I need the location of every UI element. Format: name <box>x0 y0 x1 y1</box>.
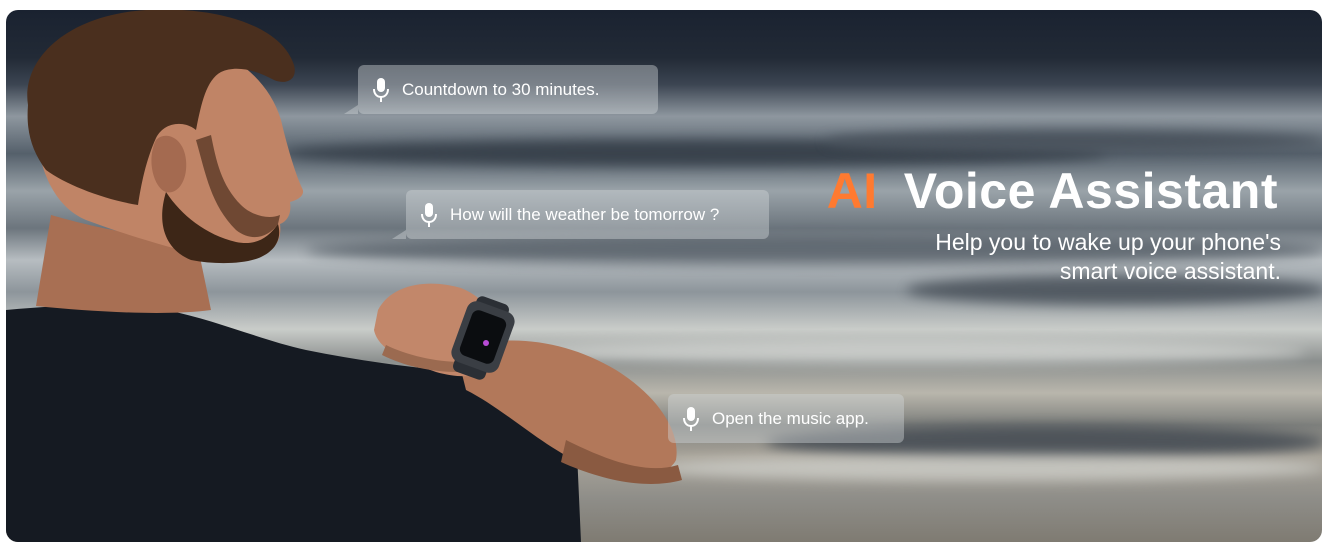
voice-command-bubble: Countdown to 30 minutes. <box>344 65 658 114</box>
microphone-icon <box>373 77 389 102</box>
subtitle-line: smart voice assistant. <box>1059 258 1281 284</box>
bubble-text: Open the music app. <box>712 408 869 428</box>
banner-title: AI Voice Assistant <box>827 162 1278 220</box>
microphone-icon <box>683 406 699 431</box>
voice-command-bubble: Open the music app. <box>668 394 904 443</box>
bubble-text: How will the weather be tomorrow ? <box>450 204 720 224</box>
voice-command-bubble: How will the weather be tomorrow ? <box>392 190 769 239</box>
title-main: Voice Assistant <box>903 163 1278 219</box>
banner-subtitle: Help you to wake up your phone's smart v… <box>861 228 1281 286</box>
bubble-text: Countdown to 30 minutes. <box>402 79 600 99</box>
bubble-tail <box>392 230 406 239</box>
ai-voice-assistant-banner: Countdown to 30 minutes. How will the we… <box>6 10 1322 542</box>
bubble-tail <box>656 386 668 394</box>
title-accent: AI <box>826 163 878 219</box>
bubble-tail <box>344 105 358 114</box>
microphone-icon <box>421 202 437 227</box>
subtitle-line: Help you to wake up your phone's <box>935 229 1281 255</box>
